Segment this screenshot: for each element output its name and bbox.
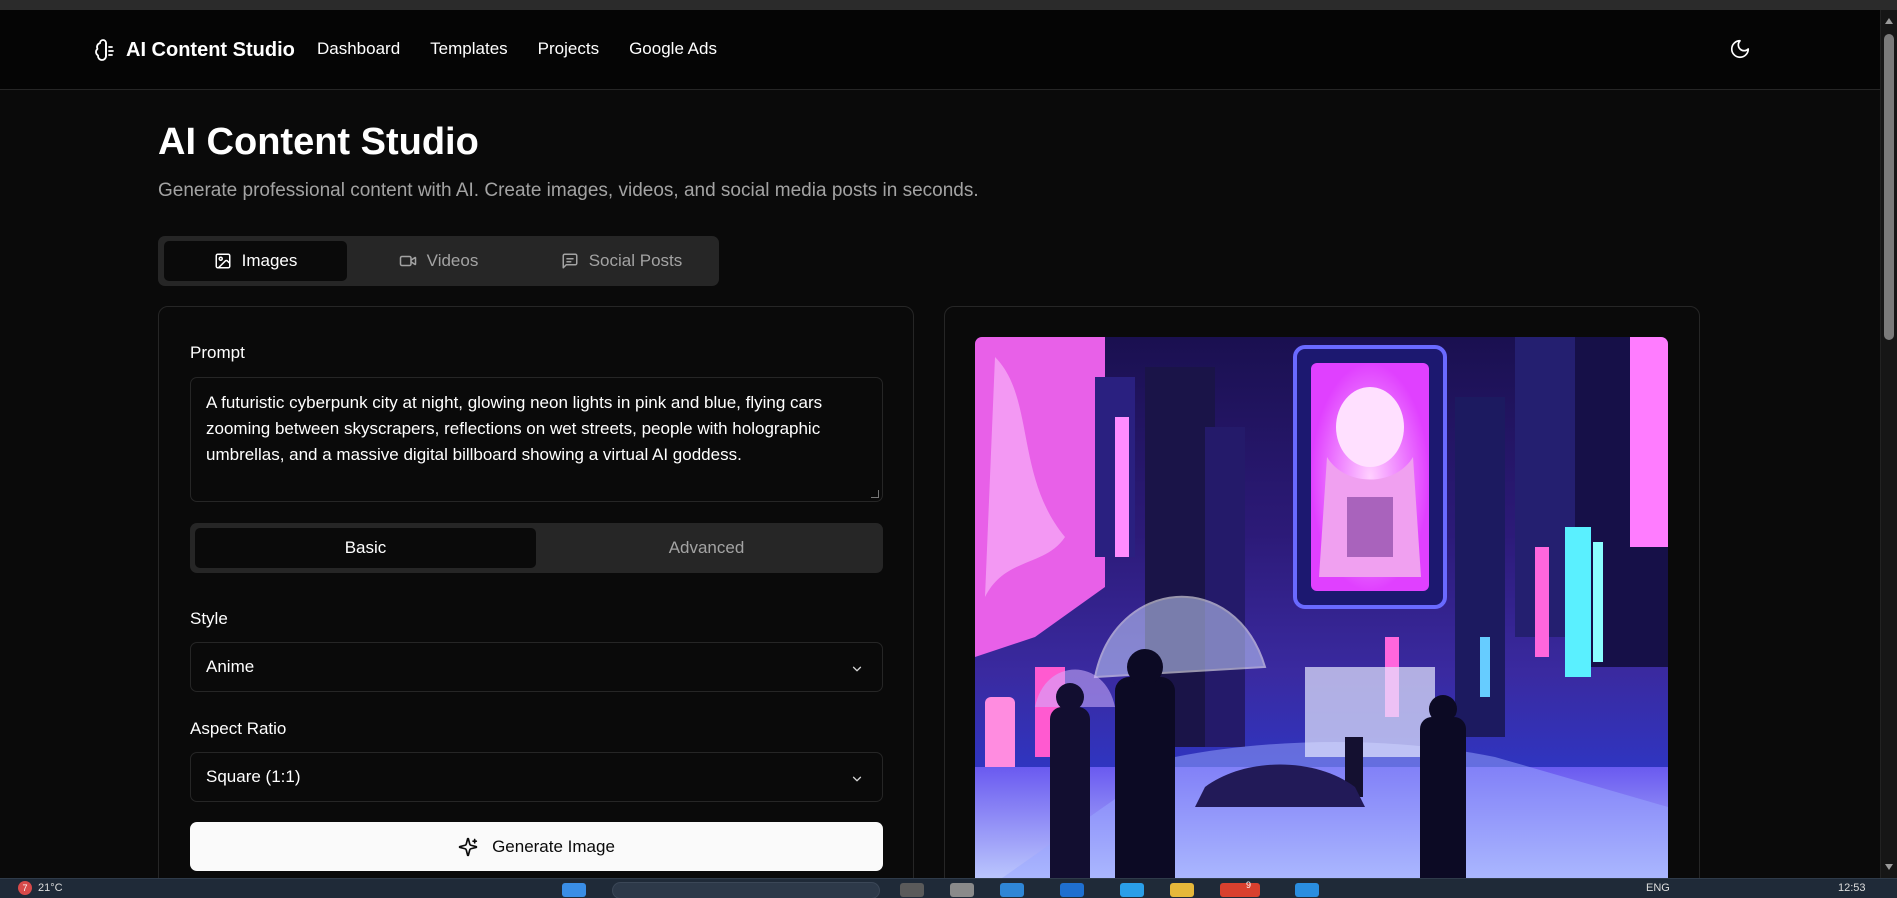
app-icon[interactable] (1120, 883, 1144, 897)
message-square-icon (562, 253, 578, 269)
nav-links: Dashboard Templates Projects Google Ads (317, 39, 717, 59)
generated-image[interactable] (975, 337, 1668, 897)
weather-temp: 21°C (38, 882, 63, 894)
tab-videos[interactable]: Videos (347, 241, 530, 281)
tab-social-posts[interactable]: Social Posts (530, 241, 713, 281)
prompt-text: A futuristic cyberpunk city at night, gl… (206, 393, 823, 464)
aspect-ratio-select[interactable]: Square (1:1) (190, 752, 883, 802)
tab-images[interactable]: Images (164, 241, 347, 281)
aspect-ratio-select-value: Square (1:1) (206, 767, 301, 786)
generate-image-button[interactable]: Generate Image (190, 822, 883, 871)
moon-icon[interactable] (1729, 38, 1751, 60)
chevron-down-icon (852, 666, 862, 672)
file-explorer-icon[interactable] (1170, 883, 1194, 897)
tab-social-posts-label: Social Posts (588, 251, 683, 270)
tab-basic[interactable]: Basic (195, 528, 536, 568)
taskbar-search[interactable] (612, 882, 880, 898)
aspect-ratio-label: Aspect Ratio (190, 719, 287, 738)
nav-link-projects[interactable]: Projects (538, 39, 599, 59)
preview-card (944, 306, 1700, 898)
sparkles-icon (458, 837, 478, 856)
image-form-card: Prompt A futuristic cyberpunk city at ni… (158, 306, 914, 898)
page-title: AI Content Studio (158, 121, 479, 163)
tab-images-label: Images (241, 251, 298, 270)
brain-icon (95, 39, 114, 61)
task-view-icon[interactable] (900, 883, 924, 897)
app-icon[interactable] (950, 883, 974, 897)
language-indicator[interactable]: ENG (1646, 882, 1670, 894)
scroll-down-arrow-icon[interactable] (1885, 864, 1893, 870)
content-type-tabs: Images Videos Social Posts (158, 236, 719, 286)
video-icon (399, 255, 416, 267)
style-label: Style (190, 609, 228, 628)
scroll-up-arrow-icon[interactable] (1885, 18, 1893, 24)
vscode-icon[interactable] (1295, 883, 1319, 897)
scrollbar-thumb[interactable] (1884, 34, 1894, 340)
tab-advanced[interactable]: Advanced (536, 528, 877, 568)
prompt-textarea[interactable]: A futuristic cyberpunk city at night, gl… (190, 377, 883, 502)
page-scrollbar[interactable] (1880, 10, 1897, 878)
window-top-strip (0, 0, 1897, 10)
mode-tabs: Basic Advanced (190, 523, 883, 573)
resize-handle-icon[interactable] (871, 490, 879, 498)
nav-link-google-ads[interactable]: Google Ads (629, 39, 717, 59)
page-subtitle: Generate professional content with AI. C… (158, 180, 979, 201)
nav-link-dashboard[interactable]: Dashboard (317, 39, 400, 59)
style-select[interactable]: Anime (190, 642, 883, 692)
cyberpunk-city-image (975, 337, 1668, 897)
store-icon[interactable] (1060, 883, 1084, 897)
tab-videos-label: Videos (426, 251, 479, 270)
brand[interactable]: AI Content Studio (94, 38, 295, 62)
windows-start-icon[interactable] (562, 883, 586, 897)
notification-badge: 7 (18, 881, 32, 895)
nav-link-templates[interactable]: Templates (430, 39, 507, 59)
chrome-badge: 9 (1246, 880, 1252, 890)
style-select-value: Anime (206, 657, 255, 676)
os-taskbar: 7 21°C 9 ENG 12:53 (0, 878, 1897, 898)
top-navbar: AI Content Studio Dashboard Templates Pr… (0, 10, 1880, 90)
chevron-down-icon (852, 776, 862, 782)
chrome-icon[interactable]: 9 (1220, 880, 1260, 897)
generate-image-label: Generate Image (492, 836, 615, 856)
brand-name: AI Content Studio (126, 38, 295, 61)
edge-icon[interactable] (1000, 883, 1024, 897)
weather-widget[interactable]: 7 21°C (18, 881, 63, 895)
image-icon (215, 253, 231, 269)
prompt-label: Prompt (190, 343, 245, 362)
clock[interactable]: 12:53 (1838, 882, 1866, 894)
